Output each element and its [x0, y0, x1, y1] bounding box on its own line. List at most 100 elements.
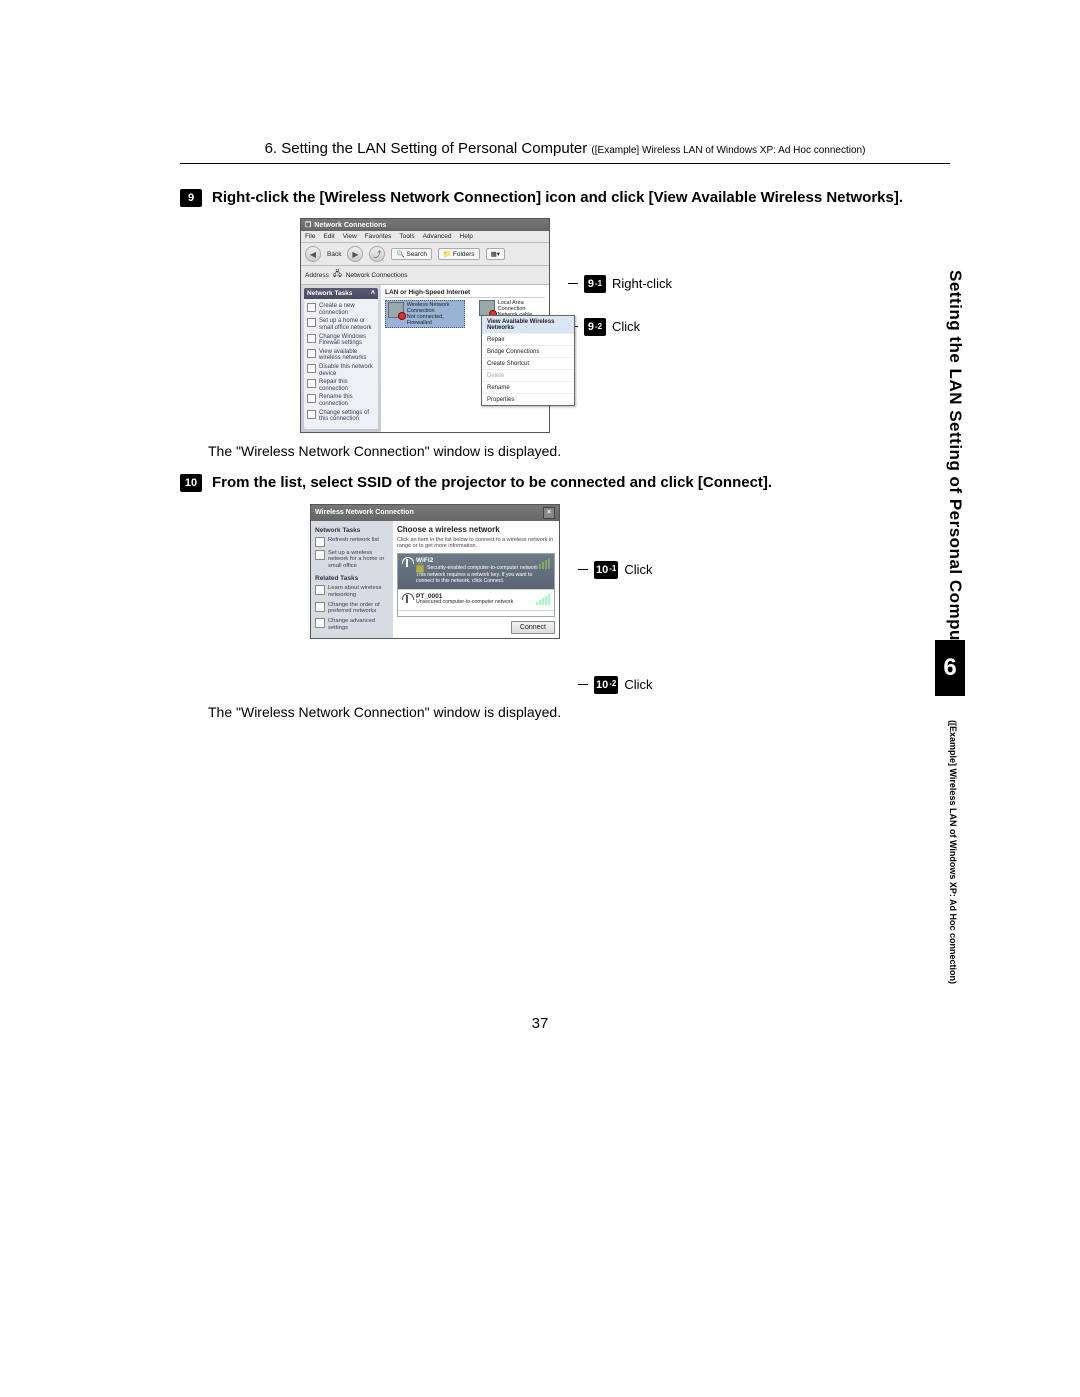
menu-item-view-available[interactable]: View Available Wireless Networks	[482, 316, 574, 334]
menu-item-shortcut[interactable]: Create Shortcut	[482, 358, 574, 370]
task-link[interactable]: Repair this connection	[307, 379, 375, 392]
callouts-step-9: 9-1 Right-click 9-2 Click	[568, 218, 672, 336]
related-tasks-title: Related Tasks	[315, 575, 389, 582]
figure-step-9: ❐ Network Connections File Edit View Fav…	[300, 218, 950, 433]
task-link[interactable]: Rename this connection	[307, 394, 375, 407]
wireless-connection-item[interactable]: Wireless Network Connection Not connecte…	[385, 300, 465, 328]
task-icon	[307, 379, 316, 388]
search-button[interactable]: 🔍 Search	[391, 248, 432, 260]
task-link[interactable]: Change Windows Firewall settings	[307, 334, 375, 347]
page-header: 6. Setting the LAN Setting of Personal C…	[180, 140, 950, 157]
task-link[interactable]: Create a new connection	[307, 303, 375, 316]
step-10: 10 From the list, select SSID of the pro…	[180, 473, 950, 719]
header-subtitle: ([Example] Wireless LAN of Windows XP: A…	[591, 145, 865, 156]
antenna-icon	[402, 557, 412, 567]
home-icon	[315, 550, 325, 560]
network-note: This network requires a network key. If …	[416, 573, 550, 585]
menu-tools[interactable]: Tools	[399, 233, 414, 240]
content-area: LAN or High-Speed Internet Wireless Netw…	[381, 285, 549, 432]
tab-sub-text: ([Example] Wireless LAN of Windows XP: A…	[948, 720, 958, 984]
task-link[interactable]: View available wireless networks	[307, 349, 375, 362]
close-icon[interactable]: ×	[543, 507, 555, 519]
task-icon	[307, 364, 316, 373]
menu-advanced[interactable]: Advanced	[423, 233, 452, 240]
network-tasks-title: Network Tasks	[315, 527, 389, 534]
callout-10-1-badge: 10-1	[594, 561, 618, 579]
callout-9-2-label: Click	[612, 319, 640, 334]
folders-button[interactable]: 📁 Folders	[438, 248, 480, 260]
change-advanced[interactable]: Change advanced settings	[315, 618, 389, 631]
info-icon	[315, 585, 325, 595]
refresh-network-list[interactable]: Refresh network list	[315, 537, 389, 547]
back-button[interactable]: ◀	[305, 246, 321, 262]
choose-network-heading: Choose a wireless network	[397, 525, 555, 534]
header-title: 6. Setting the LAN Setting of Personal C…	[265, 140, 588, 157]
connect-button[interactable]: Connect	[511, 621, 555, 634]
side-panel: Network Tasks Refresh network list Set u…	[311, 521, 393, 639]
step-10-text: From the list, select SSID of the projec…	[212, 473, 950, 493]
wireless-network-connection-window: Wireless Network Connection × Network Ta…	[310, 504, 560, 640]
window-title: Network Connections	[314, 222, 386, 229]
page-number: 37	[532, 1015, 549, 1032]
change-order[interactable]: Change the order of preferred networks	[315, 602, 389, 615]
conn-status: Not connected, Firewalled	[407, 314, 462, 326]
menu-help[interactable]: Help	[460, 233, 473, 240]
network-list: WiFi2 Security-enabled computer-to-compu…	[397, 553, 555, 618]
step-10-badge: 10	[180, 474, 202, 492]
task-link[interactable]: Set up a home or small office network	[307, 318, 375, 331]
network-item[interactable]: PT_0001 Unsecured computer-to-computer n…	[398, 590, 554, 611]
folder-icon: ❐	[305, 221, 311, 229]
menu-item-repair[interactable]: Repair	[482, 334, 574, 346]
task-link[interactable]: Disable this network device	[307, 364, 375, 377]
choose-network-desc: Click an item in the list below to conne…	[397, 537, 555, 550]
menu-file[interactable]: File	[305, 233, 315, 240]
setup-wireless-network[interactable]: Set up a wireless network for a home or …	[315, 550, 389, 570]
step-9-note: The "Wireless Network Connection" window…	[208, 443, 950, 459]
menu-item-rename[interactable]: Rename	[482, 382, 574, 394]
callout-9-1-badge: 9-1	[584, 275, 606, 293]
forward-button[interactable]: ▶	[347, 246, 363, 262]
network-item-selected[interactable]: WiFi2 Security-enabled computer-to-compu…	[398, 554, 554, 590]
refresh-icon	[315, 537, 325, 547]
tab-main-text: Setting the LAN Setting of Personal Comp…	[945, 270, 965, 664]
signal-icon	[536, 558, 550, 569]
step-10-note: The "Wireless Network Connection" window…	[208, 704, 950, 720]
views-button[interactable]: ▦▾	[486, 248, 505, 260]
header-rule	[180, 163, 950, 164]
lock-icon	[416, 565, 424, 573]
menu-item-properties[interactable]: Properties	[482, 394, 574, 405]
nic-icon	[479, 300, 495, 316]
menu-item-bridge[interactable]: Bridge Connections	[482, 346, 574, 358]
nic-icon	[388, 302, 404, 318]
address-label: Address	[305, 272, 329, 279]
task-icon	[307, 334, 316, 343]
learn-wireless[interactable]: Learn about wireless networking	[315, 585, 389, 598]
menu-view[interactable]: View	[343, 233, 357, 240]
up-button[interactable]: ⤴	[369, 246, 385, 262]
group-label: LAN or High-Speed Internet	[385, 289, 545, 298]
address-bar: Address 🖧 Network Connections	[301, 266, 549, 285]
callout-10-2-label: Click	[624, 677, 652, 692]
antenna-icon	[402, 593, 412, 603]
main-pane: Choose a wireless network Click an item …	[393, 521, 559, 639]
menu-favorites[interactable]: Favorites	[365, 233, 392, 240]
task-link[interactable]: Change settings of this connection	[307, 410, 375, 423]
task-icon	[307, 410, 316, 419]
step-9-badge: 9	[180, 189, 202, 207]
network-icon: 🖧	[333, 268, 342, 282]
vertical-tab: Setting the LAN Setting of Personal Comp…	[945, 270, 965, 664]
chevron-up-icon[interactable]: ˄	[371, 290, 375, 297]
callout-9-2-badge: 9-2	[584, 318, 606, 336]
chapter-badge: 6	[935, 640, 965, 696]
tasks-panel-title: Network Tasks	[307, 290, 352, 297]
tasks-panel: Network Tasks ˄ Create a new connection …	[301, 285, 381, 432]
task-icon	[307, 303, 316, 312]
task-icon	[307, 394, 316, 403]
menubar: File Edit View Favorites Tools Advanced …	[301, 231, 549, 243]
menu-item-delete: Delete	[482, 370, 574, 382]
task-icon	[307, 349, 316, 358]
security-label: Security-enabled computer-to-computer ne…	[427, 566, 538, 572]
menu-edit[interactable]: Edit	[323, 233, 334, 240]
star-icon	[315, 602, 325, 612]
context-menu: View Available Wireless Networks Repair …	[481, 315, 575, 406]
